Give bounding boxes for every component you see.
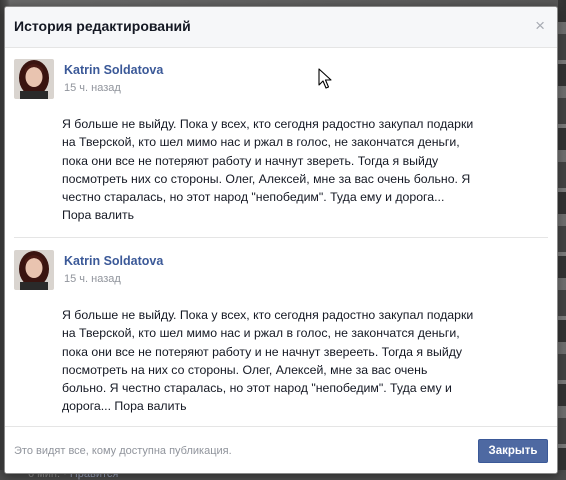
dialog-header: История редактирований × [5, 7, 557, 48]
author-name-link[interactable]: Katrin Soldatova [64, 63, 163, 77]
close-icon[interactable]: × [535, 17, 545, 34]
background-page-edge [558, 0, 566, 480]
entry-divider [14, 237, 548, 238]
edit-history-entry: Katrin Soldatova 15 ч. назад Я больше не… [14, 59, 548, 227]
mouse-cursor-icon [318, 68, 332, 89]
dialog-footer: Это видят все, кому доступна публикация.… [5, 426, 557, 473]
audience-note: Это видят все, кому доступна публикация. [14, 445, 232, 457]
author-name-link[interactable]: Katrin Soldatova [64, 254, 163, 268]
avatar[interactable] [14, 250, 54, 290]
post-text-version: Я больше не выйду. Пока у всех, кто сего… [62, 117, 474, 223]
post-text-version: Я больше не выйду. Пока у всех, кто сего… [62, 308, 474, 414]
edit-history-dialog: История редактирований × Katrin Soldatov… [4, 6, 558, 474]
timestamp[interactable]: 15 ч. назад [64, 82, 121, 94]
timestamp[interactable]: 15 ч. назад [64, 273, 121, 285]
edit-history-entry: Katrin Soldatova 15 ч. назад Я больше не… [14, 250, 548, 418]
avatar[interactable] [14, 59, 54, 99]
dialog-title: История редактирований [14, 18, 191, 34]
close-button[interactable]: Закрыть [478, 439, 548, 463]
